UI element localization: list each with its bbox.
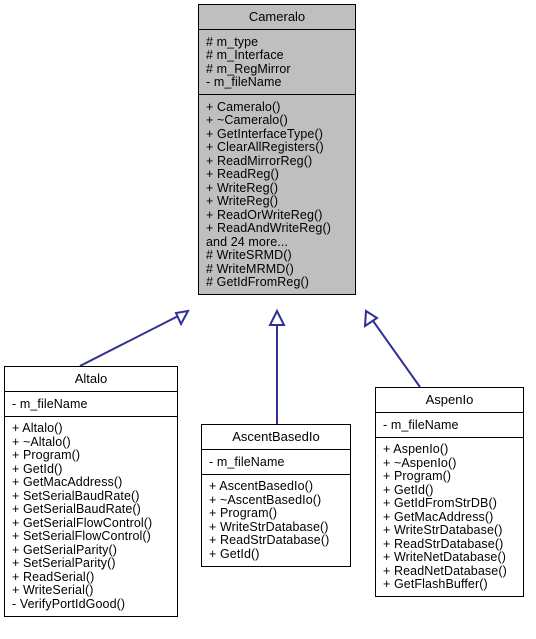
- class-attribute: - m_fileName: [12, 396, 88, 411]
- class-box-ascentbasedio[interactable]: AscentBasedIo - m_fileName + AscentBased…: [201, 424, 351, 567]
- class-operation: + GetInterfaceType(): [206, 126, 323, 141]
- class-operation: # WriteMRMD(): [206, 261, 294, 276]
- class-operation: + WriteStrDatabase(): [383, 523, 503, 537]
- class-operation: + ClearAllRegisters(): [206, 140, 324, 154]
- class-operation: + ReadSerial(): [12, 569, 95, 584]
- class-attribute: - m_fileName: [383, 417, 459, 432]
- class-attributes-aspenio: - m_fileName: [376, 412, 523, 437]
- class-name-cameralo: Cameralo: [248, 9, 306, 24]
- class-name-altalo: Altalo: [74, 371, 108, 386]
- class-operation: + Program(): [383, 469, 452, 483]
- class-box-cameralo[interactable]: Cameralo # m_type # m_Interface # m_RegM…: [198, 4, 356, 295]
- class-operation: + GetIdFromStrDB(): [383, 496, 497, 510]
- class-attributes-altalo: - m_fileName: [5, 391, 177, 416]
- class-operation: # GetIdFromReg(): [206, 275, 310, 289]
- class-attribute: - m_fileName: [209, 454, 285, 469]
- class-box-aspenio[interactable]: AspenIo - m_fileName + AspenIo() + ~Aspe…: [375, 387, 524, 597]
- class-operation: + ~AscentBasedIo(): [209, 492, 322, 507]
- class-operation: + Program(): [12, 448, 81, 462]
- uml-class-diagram: Cameralo # m_type # m_Interface # m_RegM…: [0, 0, 536, 639]
- class-operation: + WriteSerial(): [12, 583, 94, 597]
- class-attributes-ascentbasedio: - m_fileName: [202, 449, 350, 474]
- class-operation: + WriteReg(): [206, 194, 279, 208]
- class-operation: - VerifyPortIdGood(): [12, 596, 126, 611]
- class-operation: + Altalo(): [12, 421, 63, 435]
- class-operation: + GetSerialBaudRate(): [12, 502, 141, 516]
- class-operation: + GetId(): [12, 461, 63, 476]
- generalization-ascentbasedio-to-cameralo: [268, 308, 286, 424]
- class-operation: + SetSerialFlowControl(): [12, 529, 151, 543]
- class-operation: + AspenIo(): [383, 442, 449, 456]
- class-operation: + ReadStrDatabase(): [209, 533, 330, 547]
- class-attributes-cameralo: # m_type # m_Interface # m_RegMirror - m…: [199, 29, 355, 94]
- class-operation: + WriteNetDatabase(): [383, 550, 506, 564]
- class-operation: + ReadOrWriteReg(): [206, 207, 323, 222]
- class-attribute: # m_type: [206, 34, 259, 49]
- class-operation: + ReadStrDatabase(): [383, 536, 504, 551]
- class-attribute: - m_fileName: [206, 75, 282, 89]
- class-operations-altalo: + Altalo() + ~Altalo() + Program() + Get…: [5, 415, 177, 616]
- class-operations-aspenio: + AspenIo() + ~AspenIo() + Program() + G…: [376, 436, 523, 597]
- class-operation: + GetMacAddress(): [12, 475, 123, 489]
- class-operation: + GetFlashBuffer(): [383, 577, 488, 591]
- class-operation: + ReadNetDatabase(): [383, 563, 507, 578]
- class-operations-cameralo: + Cameralo() + ~Cameralo() + GetInterfac…: [199, 94, 355, 294]
- class-operation: + WriteReg(): [206, 180, 279, 195]
- class-operation: + Program(): [209, 506, 278, 520]
- class-operation: + GetSerialParity(): [12, 542, 118, 557]
- class-operation: + AscentBasedIo(): [209, 479, 314, 493]
- class-operation: + ~AspenIo(): [383, 455, 457, 470]
- class-operation: + ~Altalo(): [12, 434, 71, 449]
- class-operation: + ~Cameralo(): [206, 113, 288, 127]
- class-operation: + SetSerialParity(): [12, 556, 116, 570]
- class-operation: + WriteStrDatabase(): [209, 519, 329, 534]
- class-operation: + ReadMirrorReg(): [206, 153, 313, 168]
- class-operation: + SetSerialBaudRate(): [12, 488, 140, 503]
- class-operation: + GetId(): [383, 482, 434, 497]
- class-name-aspenio: AspenIo: [425, 392, 474, 407]
- class-operation: + Cameralo(): [206, 99, 281, 114]
- class-operation: + GetSerialFlowControl(): [12, 515, 153, 530]
- class-operation: + ReadReg(): [206, 167, 280, 181]
- class-operation-more: and 24 more...: [206, 234, 289, 249]
- class-operation: + GetId(): [209, 546, 260, 561]
- class-operation: + ReadAndWriteReg(): [206, 221, 331, 235]
- class-name-ascentbasedio: AscentBasedIo: [232, 429, 320, 444]
- class-operation: + GetMacAddress(): [383, 509, 494, 524]
- class-operations-ascentbasedio: + AscentBasedIo() + ~AscentBasedIo() + P…: [202, 473, 350, 566]
- class-attribute: # m_RegMirror: [206, 61, 291, 76]
- class-operation: # WriteSRMD(): [206, 248, 292, 262]
- generalization-aspenio-to-cameralo: [363, 309, 421, 388]
- class-attribute: # m_Interface: [206, 48, 284, 62]
- generalization-altalo-to-cameralo: [79, 309, 190, 367]
- class-box-altalo[interactable]: Altalo - m_fileName + Altalo() + ~Altalo…: [4, 366, 178, 617]
